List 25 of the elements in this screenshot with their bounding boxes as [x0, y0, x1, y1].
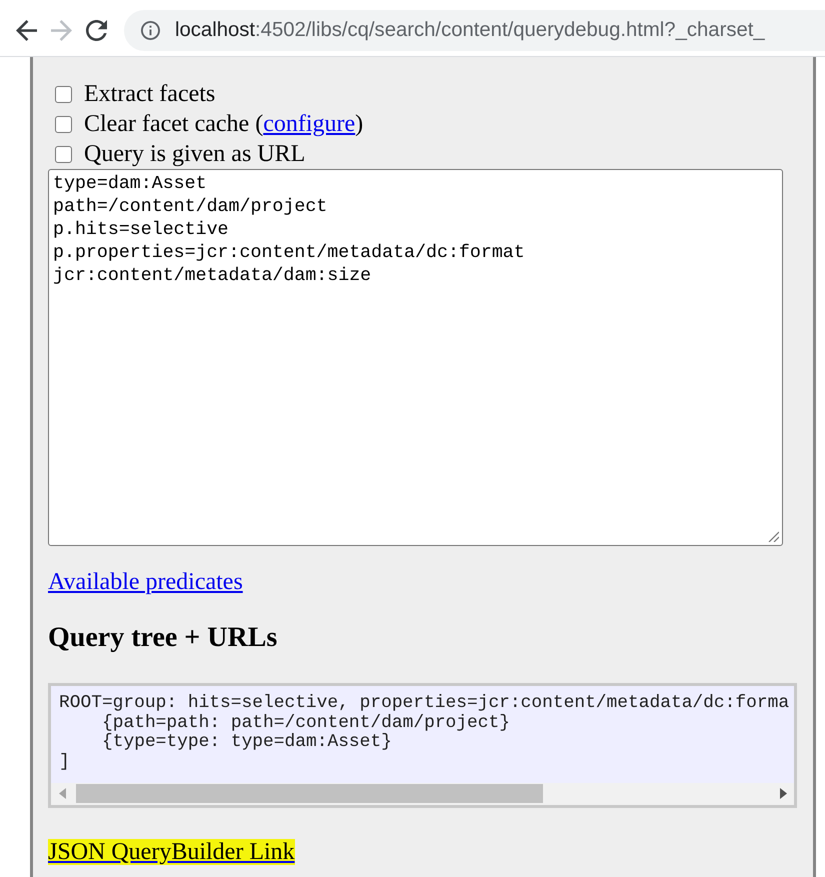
resize-grip-icon[interactable]: [768, 531, 779, 542]
query-textarea[interactable]: type=dam:Asset path=/content/dam/project p.hits=selective p.properties=jcr:content/metadata/dc:format jcr:content/metadata/dam:size: [48, 169, 783, 546]
address-bar[interactable]: localhost:4502/libs/cq/search/content/querydebug.html?_charset_: [124, 10, 825, 50]
query-tree-line: ]: [59, 753, 70, 773]
horizontal-scrollbar[interactable]: [51, 782, 794, 805]
query-tree-line: {type=type: type=dam:Asset}: [102, 733, 392, 754]
back-arrow-icon: [16, 20, 37, 40]
checkbox[interactable]: [55, 116, 72, 132]
checkbox-label: Clear facet cache (configure): [84, 110, 364, 138]
configure-link[interactable]: configure: [263, 111, 356, 137]
querybuilder-link[interactable]: JSON QueryBuilder Link: [48, 838, 295, 865]
checkbox-label: Query is given as URL: [84, 140, 306, 168]
query-tree-line: {path=path: path=/content/dam/project}: [102, 714, 510, 733]
query-tree-line: ROOT=group: hits=selective, properties=jcr:content/metadata/dc:forma: [59, 694, 790, 714]
predicates-link[interactable]: Available predicates: [48, 569, 243, 595]
scroll-right-icon[interactable]: [780, 788, 786, 800]
url-text: localhost:4502/libs/cq/search/content/querydebug.html?_charset_: [175, 18, 765, 42]
info-icon[interactable]: [141, 20, 160, 40]
checkbox[interactable]: [55, 86, 72, 102]
checkbox[interactable]: [55, 146, 72, 162]
reload-icon: [86, 20, 107, 40]
forward-arrow-icon: [51, 20, 72, 40]
section-heading: Query tree + URLs: [48, 622, 278, 654]
checkbox-label: Extract facets: [84, 80, 216, 108]
scrollbar-thumb[interactable]: [76, 784, 543, 804]
